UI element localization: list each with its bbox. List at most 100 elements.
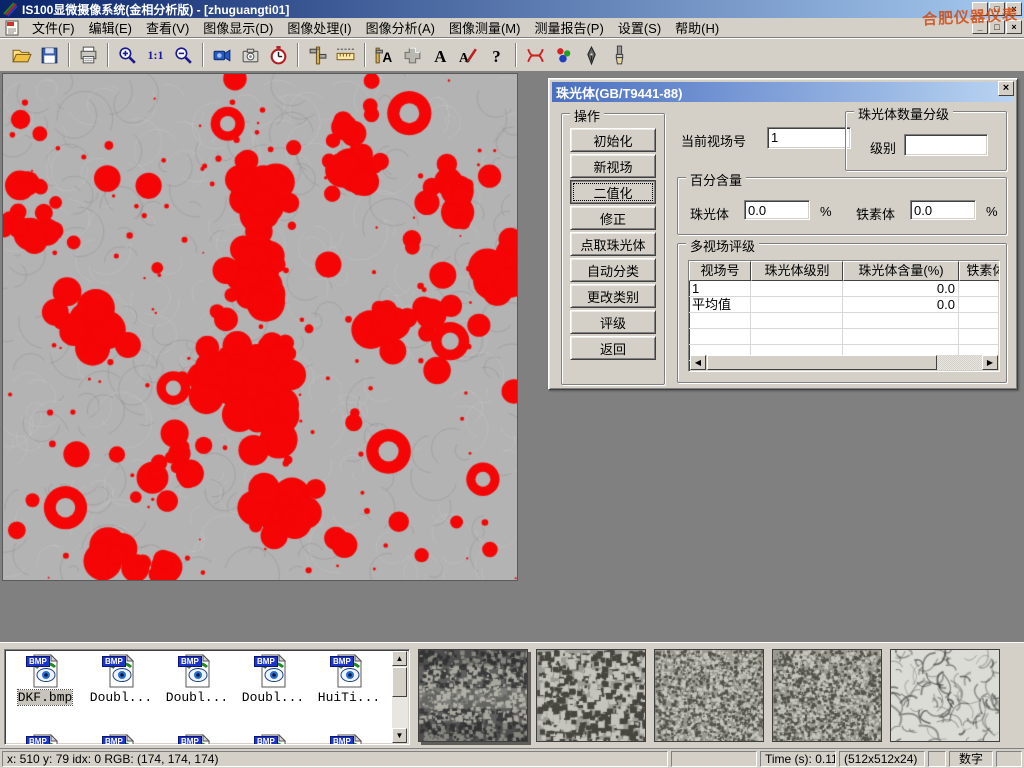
table-row-0[interactable]: 10.0: [689, 281, 999, 297]
table-cell: 0.0: [843, 297, 959, 313]
file-item-partial-1[interactable]: BMP: [83, 734, 159, 745]
sample-thumbnail-0[interactable]: [418, 649, 528, 742]
scroll-up-button[interactable]: ▲: [392, 651, 407, 666]
op-button-0[interactable]: 初始化: [570, 128, 656, 152]
ruler-icon[interactable]: [332, 42, 359, 69]
op-button-7[interactable]: 评级: [570, 310, 656, 334]
menu-item-2[interactable]: 查看(V): [139, 16, 196, 39]
table-body: 10.0平均值 0.0: [689, 281, 999, 361]
file-item-partial-3[interactable]: BMP: [235, 734, 311, 745]
measure-text-icon[interactable]: A: [371, 42, 398, 69]
micrograph-image[interactable]: [2, 73, 518, 581]
table-row-3[interactable]: [689, 329, 999, 345]
menu-item-3[interactable]: 图像显示(D): [196, 16, 280, 39]
menu-item-6[interactable]: 图像测量(M): [442, 16, 528, 39]
menu-item-7[interactable]: 测量报告(P): [527, 16, 610, 39]
op-button-5[interactable]: 自动分类: [570, 258, 656, 282]
menu-item-9[interactable]: 帮助(H): [668, 16, 726, 39]
dialog-title-bar[interactable]: 珠光体(GB/T9441-88): [552, 82, 1014, 102]
mdi-minimize-button[interactable]: _: [972, 20, 988, 34]
menu-item-0[interactable]: 文件(F): [25, 16, 82, 39]
file-item-partial-0[interactable]: BMP: [7, 734, 83, 745]
grid-cross-icon[interactable]: [399, 42, 426, 69]
vscroll-thumb[interactable]: [392, 667, 407, 697]
file-item-partial-2[interactable]: BMP: [159, 734, 235, 745]
current-field-input[interactable]: 1: [767, 127, 851, 149]
sample-thumbnail-1[interactable]: [536, 649, 646, 742]
dialog-close-button[interactable]: ×: [998, 81, 1014, 96]
table-column-header-0[interactable]: 视场号: [689, 261, 751, 281]
pearlite-value-input[interactable]: 0.0: [744, 200, 810, 220]
table-row-1[interactable]: 平均值 0.0: [689, 297, 999, 313]
file-item-partial-4[interactable]: BMP: [311, 734, 387, 745]
pearlite-dialog: 珠光体(GB/T9441-88) × 操作 初始化新视场二值化修正点取珠光体自动…: [548, 78, 1018, 390]
sample-thumbnail-3[interactable]: [772, 649, 882, 742]
table-column-header-2[interactable]: 珠光体含量(%): [843, 261, 959, 281]
hscroll-track[interactable]: [937, 355, 982, 370]
table-column-header-1[interactable]: 珠光体级别: [751, 261, 843, 281]
table-row-2[interactable]: [689, 313, 999, 329]
help-icon[interactable]: ?: [483, 42, 510, 69]
scroll-down-button[interactable]: ▼: [392, 728, 407, 743]
hscroll-thumb[interactable]: [707, 355, 937, 370]
save-icon[interactable]: [36, 42, 63, 69]
file-item-2[interactable]: BMP Doubl...: [159, 654, 235, 705]
minimize-button[interactable]: _: [972, 2, 988, 16]
video-camera-icon[interactable]: [209, 42, 236, 69]
table-cell: 平均值: [689, 297, 751, 313]
table-hscrollbar[interactable]: ◀ ▶: [690, 355, 998, 370]
mdi-restore-button[interactable]: □: [989, 20, 1005, 34]
zoom-in-icon[interactable]: [114, 42, 141, 69]
menu-items: 文件(F)编辑(E)查看(V)图像显示(D)图像处理(I)图像分析(A)图像测量…: [25, 16, 726, 39]
sample-thumbnail-4[interactable]: [890, 649, 1000, 742]
restore-button[interactable]: □: [989, 2, 1005, 16]
table-cell: [689, 313, 751, 329]
op-button-4[interactable]: 点取珠光体: [570, 232, 656, 256]
text-edit-icon[interactable]: A: [455, 42, 482, 69]
brush-icon[interactable]: [606, 42, 633, 69]
actual-size-icon[interactable]: 1:1: [142, 42, 169, 69]
phase-dots-icon[interactable]: [550, 42, 577, 69]
ferrite-value-input[interactable]: 0.0: [910, 200, 976, 220]
curve-measure-icon[interactable]: [522, 42, 549, 69]
close-button[interactable]: ×: [1006, 2, 1022, 16]
multi-field-table[interactable]: 视场号珠光体级别珠光体含量(%)铁素体含量(%) 10.0平均值 0.0 ◀ ▶: [688, 260, 1000, 372]
sample-thumbnail-2[interactable]: [654, 649, 764, 742]
scroll-left-button[interactable]: ◀: [690, 355, 706, 370]
grade-level-input[interactable]: [904, 134, 988, 156]
op-button-8[interactable]: 返回: [570, 336, 656, 360]
file-browser: BMPDKF.bmpBMPDoubl...BMPDoubl...BMPDoubl…: [4, 649, 410, 745]
open-icon[interactable]: [8, 42, 35, 69]
menu-item-1[interactable]: 编辑(E): [82, 16, 139, 39]
file-item-4[interactable]: BMPHuiTi...: [311, 654, 387, 705]
bmp-file-icon: BMP: [180, 654, 214, 688]
zoom-out-icon[interactable]: [170, 42, 197, 69]
bmp-badge: BMP: [254, 736, 278, 745]
file-list-vscrollbar[interactable]: ▲ ▼: [392, 651, 408, 743]
op-button-1[interactable]: 新视场: [570, 154, 656, 178]
menu-item-8[interactable]: 设置(S): [611, 16, 668, 39]
menu-item-4[interactable]: 图像处理(I): [280, 16, 358, 39]
pen-icon[interactable]: [578, 42, 605, 69]
bmp-badge: BMP: [330, 736, 354, 745]
scroll-right-button[interactable]: ▶: [982, 355, 998, 370]
print-icon[interactable]: [75, 42, 102, 69]
table-column-header-3[interactable]: 铁素体含量(%): [959, 261, 1000, 281]
timer-icon[interactable]: [265, 42, 292, 69]
file-item-1[interactable]: BMPDoubl...: [83, 654, 159, 705]
text-icon[interactable]: A: [427, 42, 454, 69]
file-label: Doubl...: [166, 690, 228, 705]
mdi-close-button[interactable]: ×: [1006, 20, 1022, 34]
op-button-3[interactable]: 修正: [570, 206, 656, 230]
camera-icon[interactable]: [237, 42, 264, 69]
caliper-icon[interactable]: [304, 42, 331, 69]
toolbar-icons: 1:1AAA?: [8, 42, 633, 69]
op-button-2[interactable]: 二值化: [570, 180, 656, 204]
menu-item-5[interactable]: 图像分析(A): [359, 16, 442, 39]
file-item-3[interactable]: BMPDoubl...: [235, 654, 311, 705]
operations-group-label: 操作: [570, 106, 604, 125]
thumbnail-strip: [418, 649, 1000, 742]
multi-field-group-label: 多视场评级: [686, 236, 759, 255]
op-button-6[interactable]: 更改类别: [570, 284, 656, 308]
file-item-0[interactable]: BMPDKF.bmp: [7, 654, 83, 705]
